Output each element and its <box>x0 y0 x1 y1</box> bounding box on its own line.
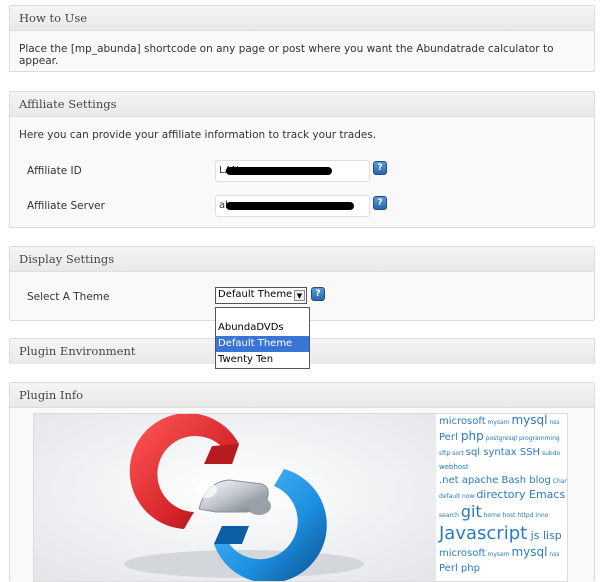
theme-help-icon[interactable]: ? <box>311 287 325 301</box>
tag-cloud-line: sftp sort sql syntax SSH subdo <box>439 446 567 459</box>
theme-dropdown-list: AbundaDVDs Default Theme Twenty Ten <box>215 307 310 369</box>
chevron-down-icon[interactable]: ▼ <box>294 290 305 301</box>
tag-cloud-word: microsoft <box>439 548 486 560</box>
tag-cloud-line: Perl php <box>439 562 567 575</box>
tag-cloud-word: microsoft <box>439 416 486 427</box>
tag-cloud-word: search <box>439 512 461 520</box>
tag-cloud-word: .net apache Bash blog <box>439 475 551 487</box>
tag-cloud-word: webhost <box>439 463 469 472</box>
theme-option-twenty-ten[interactable]: Twenty Ten <box>216 352 309 368</box>
tag-cloud-word: Javascript <box>439 522 528 544</box>
tag-cloud-image: microsoft mysam mysql nss Perl php postgr… <box>436 414 568 581</box>
affiliate-id-redaction <box>226 167 332 175</box>
display-settings-title[interactable]: Display Settings <box>10 247 594 272</box>
tag-cloud-word: sql syntax SSH <box>465 446 541 458</box>
tag-cloud-word: Charl <box>550 478 568 486</box>
dropdown-spacer <box>216 308 309 320</box>
tag-cloud-word: sftp sort <box>439 449 466 457</box>
theme-select[interactable]: Default Theme ▼ <box>215 287 307 304</box>
tag-cloud-line: search git home host httpd inno <box>439 502 567 522</box>
how-to-use-title[interactable]: How to Use <box>10 6 594 31</box>
tag-cloud-word: mysam <box>485 419 512 426</box>
affiliate-id-label: Affiliate ID <box>27 165 82 177</box>
tag-cloud-line: microsoft mysam mysql nss <box>439 545 567 560</box>
tag-cloud-line: Javascript js lisp <box>439 522 567 545</box>
theme-label: Select A Theme <box>27 291 110 303</box>
tag-cloud-word: Perl php <box>439 563 480 575</box>
tag-cloud-line: webhost <box>439 460 567 472</box>
tag-cloud-line: microsoft mysam mysql nss <box>439 414 567 428</box>
plugin-info-title[interactable]: Plugin Info <box>10 383 594 408</box>
tag-cloud-word: default now <box>439 492 477 500</box>
tag-cloud-word: mysam <box>485 551 512 559</box>
affiliate-server-label: Affiliate Server <box>27 200 105 212</box>
how-to-use-box: How to Use Place the [mp_abunda] shortco… <box>9 5 595 72</box>
tag-cloud-word: git <box>460 502 482 522</box>
theme-select-value: Default Theme <box>218 289 293 300</box>
plugin-banner-image: microsoft mysam mysql nss Perl php postgr… <box>33 413 568 582</box>
affiliate-intro-text: Here you can provide your affiliate info… <box>19 129 377 141</box>
tag-cloud-line: .net apache Bash blog Charl <box>439 474 568 487</box>
tag-cloud-word: Perl <box>439 431 461 443</box>
tag-cloud-word: postgresql programming <box>483 434 560 442</box>
tag-cloud-line: default now directory Emacs <box>439 487 567 502</box>
tag-cloud-word: directory Emacs <box>476 487 566 501</box>
affiliate-settings-title[interactable]: Affiliate Settings <box>10 92 594 117</box>
affiliate-server-help-icon[interactable]: ? <box>373 196 387 210</box>
tag-cloud-word: js lisp <box>527 528 562 542</box>
tag-cloud-word: home host httpd inno <box>481 512 549 520</box>
affiliate-id-help-icon[interactable]: ? <box>373 161 387 175</box>
tag-cloud-word: php <box>460 428 484 443</box>
tag-cloud-word: mysql <box>511 414 548 427</box>
tag-cloud-word: nss <box>547 419 560 426</box>
tag-cloud-word: subdo <box>540 449 561 457</box>
tag-cloud-line: Perl php postgresql programming <box>439 428 567 444</box>
how-to-use-text: Place the [mp_abunda] shortcode on any p… <box>19 43 554 67</box>
tag-cloud-word: mysql <box>511 545 548 560</box>
tag-cloud-word: nss <box>547 551 560 559</box>
affiliate-server-redaction <box>226 202 354 210</box>
theme-option-default[interactable]: Default Theme <box>216 336 309 352</box>
theme-option-abundadvds[interactable]: AbundaDVDs <box>216 320 309 336</box>
plugin-logo-graphic <box>34 414 436 581</box>
